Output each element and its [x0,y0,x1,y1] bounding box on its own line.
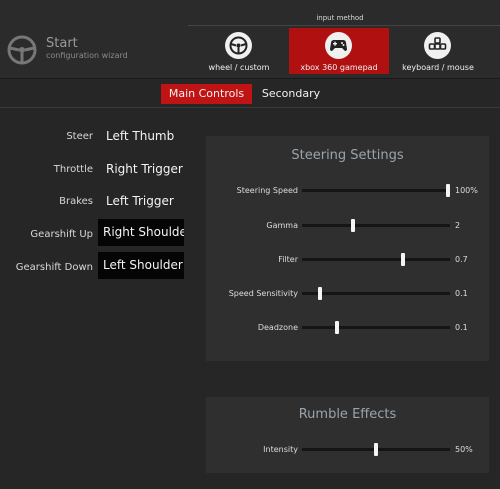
tab-main-controls[interactable]: Main Controls [161,84,252,104]
slider-thumb-intensity[interactable] [374,443,378,456]
slider-thumb-speed-sensitivity[interactable] [318,287,322,300]
slider-value-steering-speed: 100% [455,186,478,195]
top-bar: Start configuration wizard input method … [0,0,500,79]
slider-thumb-deadzone[interactable] [335,321,339,334]
slider-track-intensity[interactable] [302,443,450,456]
wizard-title: Start [46,36,78,51]
mapping-label-throttle: Throttle [53,164,93,175]
slider-value-gamma: 2 [455,221,461,230]
keyboard-icon [424,32,451,59]
input-method-gamepad-button[interactable]: xbox 360 gamepad [289,28,389,74]
slider-thumb-gamma[interactable] [351,219,355,232]
steering-wheel-icon [225,32,252,59]
mapping-label-gearshift-up: Gearshift Up [30,229,93,240]
steering-settings-title: Steering Settings [291,148,404,163]
slider-track-steering-speed[interactable] [302,184,450,197]
slider-track-deadzone[interactable] [302,321,450,334]
slider-track-filter[interactable] [302,253,450,266]
slider-value-deadzone: 0.1 [455,323,468,332]
slider-label-speed-sensitivity: Speed Sensitivity [228,289,298,298]
mapping-label-steer: Steer [66,131,93,142]
tabs-divider [0,107,500,108]
mapping-value-gearshift-down[interactable]: Left Shoulder [98,252,184,279]
mapping-label-gearshift-down: Gearshift Down [15,262,93,273]
rumble-effects-title: Rumble Effects [298,407,397,422]
slider-track-gamma[interactable] [302,219,450,232]
input-method-divider [188,25,500,26]
mapping-value-gearshift-up[interactable]: Right Shoulder [98,219,184,246]
input-method-wheel-button[interactable]: wheel / custom [189,28,289,74]
steering-wheel-logo-icon [7,35,37,65]
slider-value-intensity: 50% [455,445,473,454]
slider-label-intensity: Intensity [263,445,298,454]
slider-thumb-steering-speed[interactable] [446,184,450,197]
input-method-keyboard-label: keyboard / mouse [402,63,474,72]
mapping-value-brakes[interactable]: Left Trigger [106,194,174,208]
slider-label-deadzone: Deadzone [257,323,298,332]
rumble-effects-panel: Rumble Effects [206,397,489,473]
slider-label-filter: Filter [278,255,298,264]
slider-track-speed-sensitivity[interactable] [302,287,450,300]
mapping-label-brakes: Brakes [59,196,93,207]
input-method-label: input method [316,14,364,22]
mapping-value-throttle[interactable]: Right Trigger [106,162,183,176]
slider-label-steering-speed: Steering Speed [236,186,298,195]
gamepad-icon [325,32,352,59]
slider-label-gamma: Gamma [266,221,298,230]
mapping-value-steer[interactable]: Left Thumb [106,129,174,143]
slider-value-filter: 0.7 [455,255,468,264]
input-method-wheel-label: wheel / custom [208,63,270,72]
tab-secondary[interactable]: Secondary [258,84,324,104]
wizard-subtitle: configuration wizard [46,51,128,60]
slider-value-speed-sensitivity: 0.1 [455,289,468,298]
slider-thumb-filter[interactable] [401,253,405,266]
input-method-keyboard-button[interactable]: keyboard / mouse [388,28,488,74]
input-method-gamepad-label: xbox 360 gamepad [300,63,378,72]
